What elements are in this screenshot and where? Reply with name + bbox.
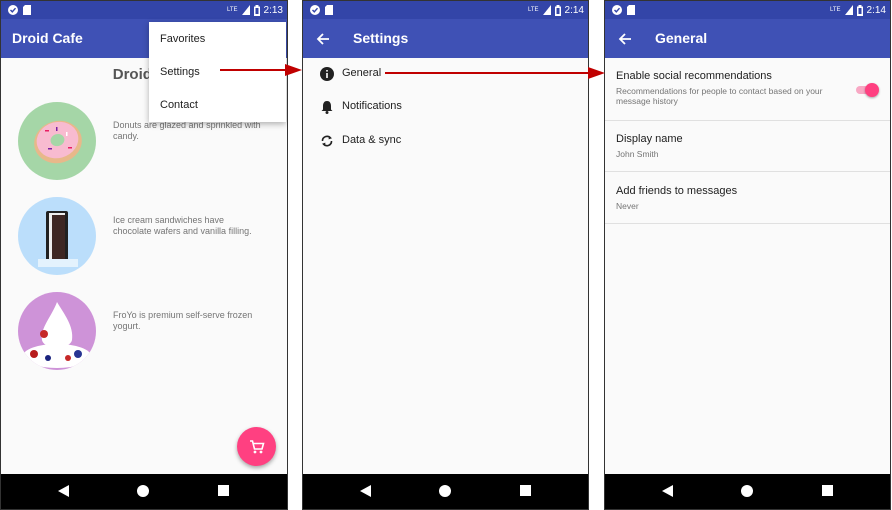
settings-header-label: Data & sync xyxy=(342,134,402,146)
battery-icon xyxy=(554,4,561,16)
sd-card-icon xyxy=(23,5,31,15)
app-title: Droid Cafe xyxy=(12,30,83,46)
dessert-description: Donuts are glazed and sprinkled with can… xyxy=(113,120,261,141)
sd-card-icon xyxy=(627,5,635,15)
signal-icon xyxy=(241,5,250,15)
donut-image[interactable] xyxy=(18,102,96,180)
battery-icon xyxy=(253,4,260,16)
social-recommendations-switch[interactable] xyxy=(854,83,879,97)
battery-icon xyxy=(856,4,863,16)
back-arrow-icon[interactable] xyxy=(315,31,331,47)
navigation-bar xyxy=(1,474,287,509)
app-bar: Settings xyxy=(303,19,588,58)
status-time: 2:14 xyxy=(564,4,584,16)
ice-cream-sandwich-image[interactable] xyxy=(18,197,96,275)
dessert-item-ice-cream-sandwich[interactable]: Ice cream sandwiches have chocolate wafe… xyxy=(18,197,278,277)
settings-header-label: General xyxy=(342,67,382,79)
pref-title: Add friends to messages xyxy=(616,185,738,197)
settings-header-notifications[interactable]: Notifications xyxy=(320,99,402,115)
settings-header-data-sync[interactable]: Data & sync xyxy=(320,133,401,149)
status-bar: LTE 2:14 xyxy=(303,1,588,19)
notification-app-icon xyxy=(612,5,622,15)
status-time: 2:13 xyxy=(263,4,283,16)
navigation-bar xyxy=(605,474,890,509)
network-type-label: LTE xyxy=(527,7,539,13)
dessert-item-froyo[interactable]: FroYo is premium self-serve frozen yogur… xyxy=(18,292,278,372)
sync-icon xyxy=(321,135,333,147)
pref-summary: John Smith xyxy=(616,149,659,159)
screen-title: Settings xyxy=(353,30,409,46)
bell-icon xyxy=(321,101,333,114)
dessert-description: Ice cream sandwiches have chocolate wafe… xyxy=(113,215,252,236)
pref-title: Display name xyxy=(616,133,683,145)
pref-summary: Recommendations for people to contact ba… xyxy=(616,86,823,106)
nav-back-icon[interactable] xyxy=(360,485,371,497)
shopping-cart-fab[interactable] xyxy=(237,427,276,466)
screen-title: General xyxy=(655,30,708,46)
info-icon xyxy=(320,67,334,81)
signal-icon xyxy=(542,5,551,15)
pref-summary: Never xyxy=(616,201,639,211)
cart-icon xyxy=(249,439,265,453)
options-menu: Favorites Settings Contact xyxy=(149,22,286,122)
nav-home-icon[interactable] xyxy=(137,485,149,497)
app-bar: General xyxy=(605,19,890,58)
status-bar: LTE 2:14 xyxy=(605,1,890,19)
status-bar: LTE 2:13 xyxy=(1,1,287,19)
pref-title: Enable social recommendations xyxy=(616,70,772,82)
nav-recents-icon[interactable] xyxy=(822,485,833,496)
phone-screen-settings: LTE 2:14 Settings General Notifications … xyxy=(302,0,589,510)
froyo-image[interactable] xyxy=(18,292,96,370)
dessert-description: FroYo is premium self-serve frozen yogur… xyxy=(113,310,253,331)
settings-header-general[interactable]: General xyxy=(320,66,381,82)
nav-recents-icon[interactable] xyxy=(520,485,531,496)
notification-app-icon xyxy=(310,5,320,15)
nav-home-icon[interactable] xyxy=(439,485,451,497)
menu-item-settings[interactable]: Settings xyxy=(160,66,200,78)
status-time: 2:14 xyxy=(866,4,886,16)
nav-back-icon[interactable] xyxy=(58,485,69,497)
settings-header-label: Notifications xyxy=(342,100,402,112)
menu-item-contact[interactable]: Contact xyxy=(160,99,198,111)
network-type-label: LTE xyxy=(226,7,238,13)
notification-app-icon xyxy=(8,5,18,15)
nav-back-icon[interactable] xyxy=(662,485,673,497)
navigation-bar xyxy=(303,474,588,509)
sd-card-icon xyxy=(325,5,333,15)
pref-add-friends[interactable]: Add friends to messages Never xyxy=(605,172,890,224)
network-type-label: LTE xyxy=(829,7,841,13)
pref-display-name[interactable]: Display name John Smith xyxy=(605,121,890,172)
nav-home-icon[interactable] xyxy=(741,485,753,497)
nav-recents-icon[interactable] xyxy=(218,485,229,496)
pref-social-recommendations[interactable]: Enable social recommendations Recommenda… xyxy=(605,58,890,121)
menu-item-favorites[interactable]: Favorites xyxy=(160,33,205,45)
phone-screen-general: LTE 2:14 General Enable social recommend… xyxy=(604,0,891,510)
back-arrow-icon[interactable] xyxy=(617,31,633,47)
signal-icon xyxy=(844,5,853,15)
phone-screen-droid-cafe: LTE 2:13 Droid Cafe Droid De Donuts are … xyxy=(0,0,288,510)
switch-thumb xyxy=(865,83,879,97)
